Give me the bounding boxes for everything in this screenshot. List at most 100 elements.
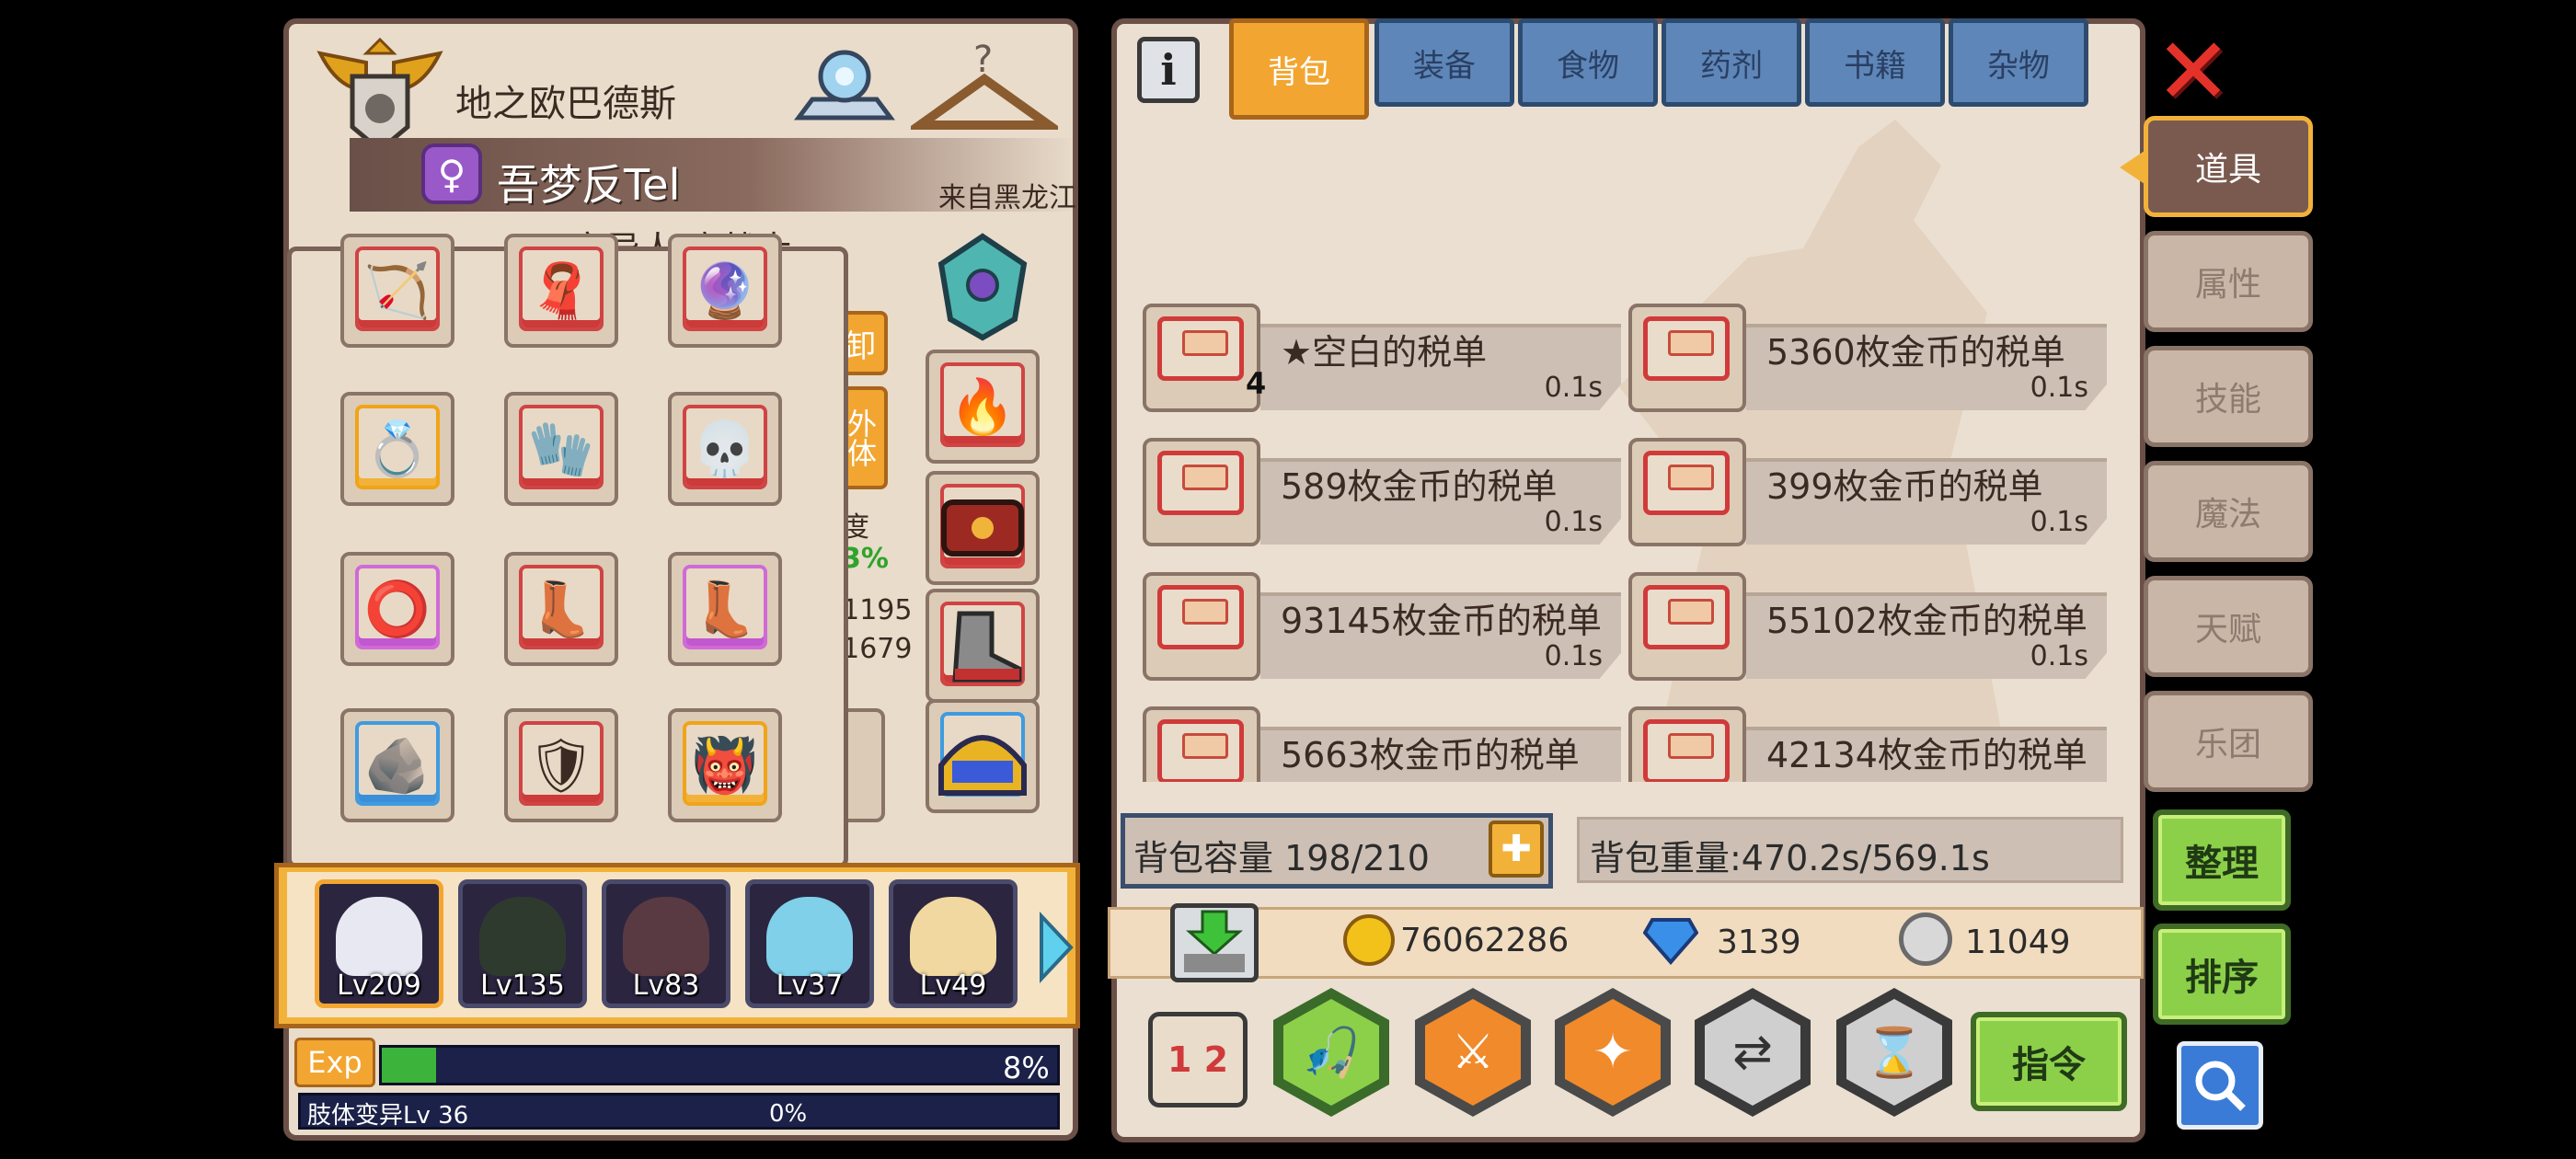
gold-ring-icon: 💍 — [363, 417, 431, 480]
tax-receipt-icon — [1628, 438, 1746, 546]
tab-0[interactable]: 背包 — [1229, 18, 1369, 120]
equipment-grid-slot[interactable]: 👢 — [668, 552, 782, 666]
silver-glove-icon: 🧤 — [527, 417, 595, 480]
crossbow-icon: 🏹 — [363, 258, 431, 322]
silver-amount: 11049 — [1965, 924, 2071, 961]
party-member-portrait[interactable]: Lv209 — [315, 879, 443, 1008]
sword-icon: ⚔ — [1451, 1025, 1495, 1080]
inventory-item[interactable]: 55102枚金币的税单 0.1s — [1628, 572, 2116, 681]
item-name: 55102枚金币的税单 — [1766, 601, 2087, 641]
side-tab-label: 技能 — [2194, 381, 2261, 419]
gender-female-icon: ♀ — [421, 143, 482, 204]
equip-slot-belt[interactable] — [926, 471, 1040, 585]
inventory-item[interactable]: 42134枚金币的税单 — [1628, 706, 2116, 782]
inventory-item[interactable]: 399枚金币的税单 0.1s — [1628, 438, 2116, 546]
side-tab-label: 魔法 — [2194, 496, 2261, 534]
crystal-icon[interactable] — [789, 35, 900, 138]
equipment-grid-slot[interactable]: 👹 — [668, 708, 782, 822]
gem-amount: 3139 — [1717, 924, 1801, 961]
equip-slot-boots[interactable] — [926, 589, 1040, 703]
equip-slot-weapon[interactable]: 🔥 — [926, 350, 1040, 464]
tab-3[interactable]: 药剂 — [1662, 18, 1801, 107]
item-weight: 0.1s — [2030, 506, 2088, 538]
equip-slot-helm[interactable] — [926, 699, 1040, 813]
item-weight: 0.1s — [2030, 640, 2088, 672]
equipment-grid-slot[interactable]: 🪨 — [340, 708, 454, 822]
exp-badge: Exp — [294, 1038, 375, 1087]
guild-emblem-icon — [311, 35, 449, 155]
dark-armor-icon: 👹 — [691, 733, 759, 797]
equipment-grid-slot[interactable]: 🛡 — [504, 708, 618, 822]
inventory-item[interactable]: ★空白的税单 0.1s 4 — [1143, 304, 1630, 412]
fishing-rod-icon: 🎣 — [1301, 1025, 1362, 1081]
equipment-grid-slot[interactable]: ⭕ — [340, 552, 454, 666]
magnifier-icon — [2195, 1061, 2246, 1111]
equipment-grid-slot[interactable]: 🏹 — [340, 234, 454, 348]
party-member-portrait[interactable]: Lv37 — [745, 879, 874, 1008]
hanger-icon[interactable]: ? — [905, 35, 1064, 143]
character-avatar — [623, 897, 709, 976]
purple-collar-icon: ⭕ — [363, 577, 431, 640]
tab-2[interactable]: 食物 — [1518, 18, 1658, 107]
hourglass-icon: ⌛ — [1864, 1025, 1925, 1081]
partial-slot — [845, 708, 885, 822]
side-tab-3[interactable]: 魔法 — [2144, 461, 2313, 562]
unequip-label: 卸 — [845, 327, 876, 365]
stone-boots-icon: 🪨 — [363, 733, 431, 797]
item-weight: 0.1s — [1544, 640, 1603, 672]
character-avatar — [910, 897, 996, 976]
equipment-grid-slot[interactable]: 🧤 — [504, 392, 618, 506]
party-next-arrow-icon[interactable] — [1036, 911, 1076, 984]
command-button[interactable]: 指令 — [1971, 1012, 2127, 1111]
search-button[interactable] — [2177, 1041, 2263, 1130]
equipment-grid-slot[interactable]: 💍 — [340, 392, 454, 506]
order-button[interactable]: 排序 — [2153, 924, 2291, 1025]
inventory-item[interactable]: 5663枚金币的税单 — [1143, 706, 1630, 782]
item-name: ★空白的税单 — [1281, 332, 1488, 373]
tab-label: 食物 — [1557, 47, 1619, 85]
tab-1[interactable]: 装备 — [1374, 18, 1514, 107]
item-name: 93145枚金币的税单 — [1281, 601, 1602, 641]
side-tab-0[interactable]: 道具 — [2144, 116, 2313, 217]
plus-icon: ✚ — [1501, 828, 1532, 870]
inventory-item[interactable]: 93145枚金币的税单 0.1s — [1143, 572, 1630, 681]
equipment-grid-slot[interactable]: 🔮 — [668, 234, 782, 348]
sort-organize-button[interactable]: 整理 — [2153, 809, 2291, 911]
exp-bar-fill — [382, 1048, 436, 1083]
party-member-level: Lv209 — [337, 970, 421, 1002]
close-button[interactable]: ✕ — [2149, 26, 2237, 118]
info-button[interactable]: i — [1137, 37, 1200, 103]
swap-arrows-icon: ⇄ — [1732, 1025, 1773, 1080]
dock-button[interactable] — [1170, 903, 1259, 982]
chest-belt-icon — [929, 475, 1036, 581]
party-member-portrait[interactable]: Lv49 — [889, 879, 1018, 1008]
exp-percent: 8% — [1003, 1050, 1050, 1085]
item-weight: 0.1s — [2030, 372, 2088, 404]
inventory-item[interactable]: 589枚金币的税单 0.1s — [1143, 438, 1630, 546]
equipment-grid-slot[interactable]: 💀 — [668, 392, 782, 506]
side-tab-label: 乐团 — [2194, 726, 2261, 763]
skull-belt-icon: 💀 — [691, 417, 759, 480]
side-tab-1[interactable]: 属性 — [2144, 231, 2313, 332]
tax-receipt-icon — [1628, 304, 1746, 412]
capacity-label: 背包容量 198/210 — [1133, 838, 1430, 878]
item-name: 589枚金币的税单 — [1281, 466, 1558, 507]
item-name: 399枚金币的税单 — [1766, 466, 2043, 507]
equip-slot-amulet[interactable] — [926, 230, 1040, 344]
guild-name: 地之欧巴德斯 — [455, 83, 676, 125]
inventory-item[interactable]: 5360枚金币的税单 0.1s — [1628, 304, 2116, 412]
equipment-grid-slot[interactable]: 🧣 — [504, 234, 618, 348]
party-member-portrait[interactable]: Lv135 — [458, 879, 587, 1008]
amulet-icon — [926, 230, 1040, 344]
side-tab-2[interactable]: 技能 — [2144, 346, 2313, 447]
equipment-grid-slot[interactable]: 👢 — [504, 552, 618, 666]
side-tab-5[interactable]: 乐团 — [2144, 691, 2313, 792]
split-stack-button[interactable]: 1 2 — [1148, 1012, 1248, 1107]
side-tab-4[interactable]: 天赋 — [2144, 576, 2313, 677]
tab-4[interactable]: 书籍 — [1805, 18, 1945, 107]
flame-claw-icon: 🔥 — [949, 374, 1017, 438]
tab-5[interactable]: 杂物 — [1949, 18, 2088, 107]
party-member-portrait[interactable]: Lv83 — [602, 879, 730, 1008]
capacity-plus-button[interactable]: ✚ — [1489, 820, 1544, 878]
side-tab-label: 属性 — [2194, 266, 2261, 304]
